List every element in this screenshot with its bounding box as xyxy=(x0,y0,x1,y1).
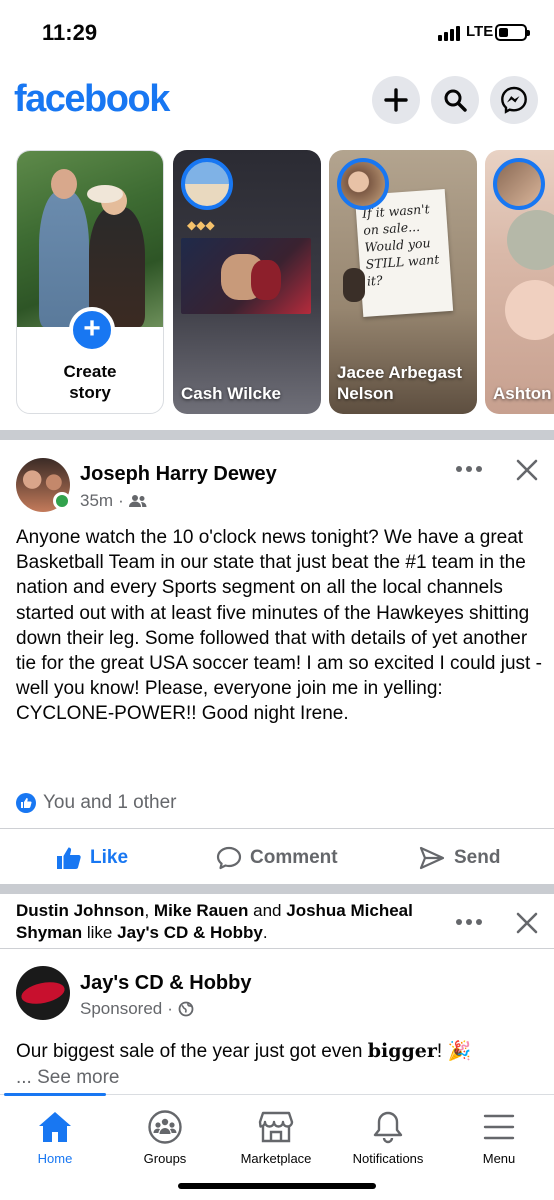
app-header: facebook xyxy=(0,70,554,134)
more-options-icon[interactable] xyxy=(456,917,486,927)
tab-label: Home xyxy=(37,1151,73,1166)
tab-groups[interactable]: Groups xyxy=(110,1107,220,1166)
tab-marketplace[interactable]: Marketplace xyxy=(221,1107,331,1166)
story-emoji: ◆◆◆ xyxy=(187,218,215,232)
comment-label: Comment xyxy=(250,847,338,868)
meta-separator: · xyxy=(167,999,173,1018)
network-type: LTE xyxy=(466,23,494,40)
context-like: like xyxy=(86,923,113,942)
feed-separator xyxy=(0,884,554,894)
tab-label: Groups xyxy=(143,1151,187,1166)
status-bar: 11:29 LTE xyxy=(0,0,554,62)
comment-button[interactable]: Comment xyxy=(216,840,338,876)
like-button[interactable]: Like xyxy=(56,840,128,876)
comment-icon xyxy=(216,846,242,870)
divider xyxy=(0,828,554,829)
divider xyxy=(0,948,554,949)
context-and: and xyxy=(253,901,282,920)
facebook-logo[interactable]: facebook xyxy=(14,78,170,121)
battery-icon xyxy=(495,24,530,41)
signal-icon xyxy=(438,26,460,41)
story-name: Jacee Arbegast Nelson xyxy=(337,363,463,403)
send-icon xyxy=(419,846,445,870)
story-image xyxy=(507,210,554,270)
page-logo xyxy=(19,978,67,1008)
groups-icon xyxy=(148,1110,182,1144)
marketplace-icon xyxy=(258,1111,294,1143)
page-name[interactable]: Jay's CD & Hobby xyxy=(80,972,251,995)
story-avatar xyxy=(493,158,545,210)
active-tab-indicator xyxy=(4,1093,106,1096)
profile-photo xyxy=(17,151,163,327)
bell-icon xyxy=(373,1111,403,1144)
post-meta: 35m · xyxy=(80,491,147,511)
story-avatar xyxy=(181,158,233,210)
story-avatar xyxy=(337,158,389,210)
tab-home[interactable]: Home xyxy=(0,1107,110,1166)
close-icon[interactable] xyxy=(514,910,540,936)
story-image xyxy=(181,238,311,314)
online-status-dot xyxy=(53,492,71,510)
tab-notifications[interactable]: Notifications xyxy=(333,1107,443,1166)
send-label: Send xyxy=(454,847,501,868)
close-icon[interactable] xyxy=(514,457,540,483)
ad-text-bold: bigger xyxy=(367,1040,437,1062)
feed-separator xyxy=(0,430,554,440)
stories-tray: + Create story ◆◆◆ Cash Wilcke If it was… xyxy=(16,150,554,414)
post-text: Anyone watch the 10 o'clock news tonight… xyxy=(16,527,542,725)
create-story-card[interactable]: + Create story xyxy=(16,150,164,414)
search-button[interactable] xyxy=(431,76,479,124)
hand xyxy=(343,268,365,302)
plus-icon xyxy=(384,88,408,112)
send-button[interactable]: Send xyxy=(418,840,500,876)
tab-menu[interactable]: Menu xyxy=(444,1107,554,1166)
sponsored-meta: Sponsored · xyxy=(80,999,194,1019)
see-more-link[interactable]: ... See more xyxy=(16,1067,120,1089)
messenger-button[interactable] xyxy=(490,76,538,124)
add-story-plus-icon: + xyxy=(69,307,115,353)
menu-icon xyxy=(483,1114,515,1140)
liked-page-name[interactable]: Jay's CD & Hobby xyxy=(117,923,263,942)
search-icon xyxy=(444,89,467,112)
friend-name[interactable]: Dustin Johnson xyxy=(16,901,144,920)
like-reaction-icon xyxy=(16,793,36,813)
home-icon xyxy=(39,1112,71,1142)
status-time: 11:29 xyxy=(42,20,98,45)
baby xyxy=(505,280,554,340)
story-card[interactable]: If it wasn't on sale... Would you STILL … xyxy=(329,150,477,414)
ad-text-end: ! 🎉 xyxy=(436,1041,472,1062)
tab-label: Menu xyxy=(482,1151,516,1166)
reaction-count: You and 1 other xyxy=(43,792,177,813)
meta-separator: · xyxy=(118,491,124,510)
more-options-icon[interactable] xyxy=(456,464,486,474)
story-card[interactable]: ◆◆◆ Cash Wilcke xyxy=(173,150,321,414)
ad-text-start: Our biggest sale of the year just got ev… xyxy=(16,1041,368,1062)
create-story-label: Create story xyxy=(63,362,117,402)
create-button[interactable] xyxy=(372,76,420,124)
story-name: Cash Wilcke xyxy=(181,384,281,403)
story-card[interactable]: Ashton xyxy=(485,150,554,414)
friends-icon xyxy=(128,495,147,507)
social-context: Dustin Johnson, Mike Rauen and Joshua Mi… xyxy=(16,901,413,942)
like-label: Like xyxy=(90,847,129,868)
page-avatar[interactable] xyxy=(16,966,70,1020)
messenger-icon xyxy=(501,86,527,114)
thumbs-up-icon xyxy=(57,847,81,869)
friend-name[interactable]: Mike Rauen xyxy=(154,901,248,920)
sponsored-label[interactable]: Sponsored xyxy=(80,999,162,1019)
post-time[interactable]: 35m xyxy=(80,491,113,511)
home-indicator xyxy=(178,1183,376,1189)
post-author[interactable]: Joseph Harry Dewey xyxy=(80,463,277,486)
story-name: Ashton xyxy=(493,384,552,403)
tab-label: Notifications xyxy=(352,1151,424,1166)
reaction-summary[interactable]: You and 1 other xyxy=(16,792,176,814)
ad-text: Our biggest sale of the year just got ev… xyxy=(16,1038,471,1065)
globe-icon xyxy=(178,1001,194,1017)
tab-label: Marketplace xyxy=(240,1151,312,1166)
